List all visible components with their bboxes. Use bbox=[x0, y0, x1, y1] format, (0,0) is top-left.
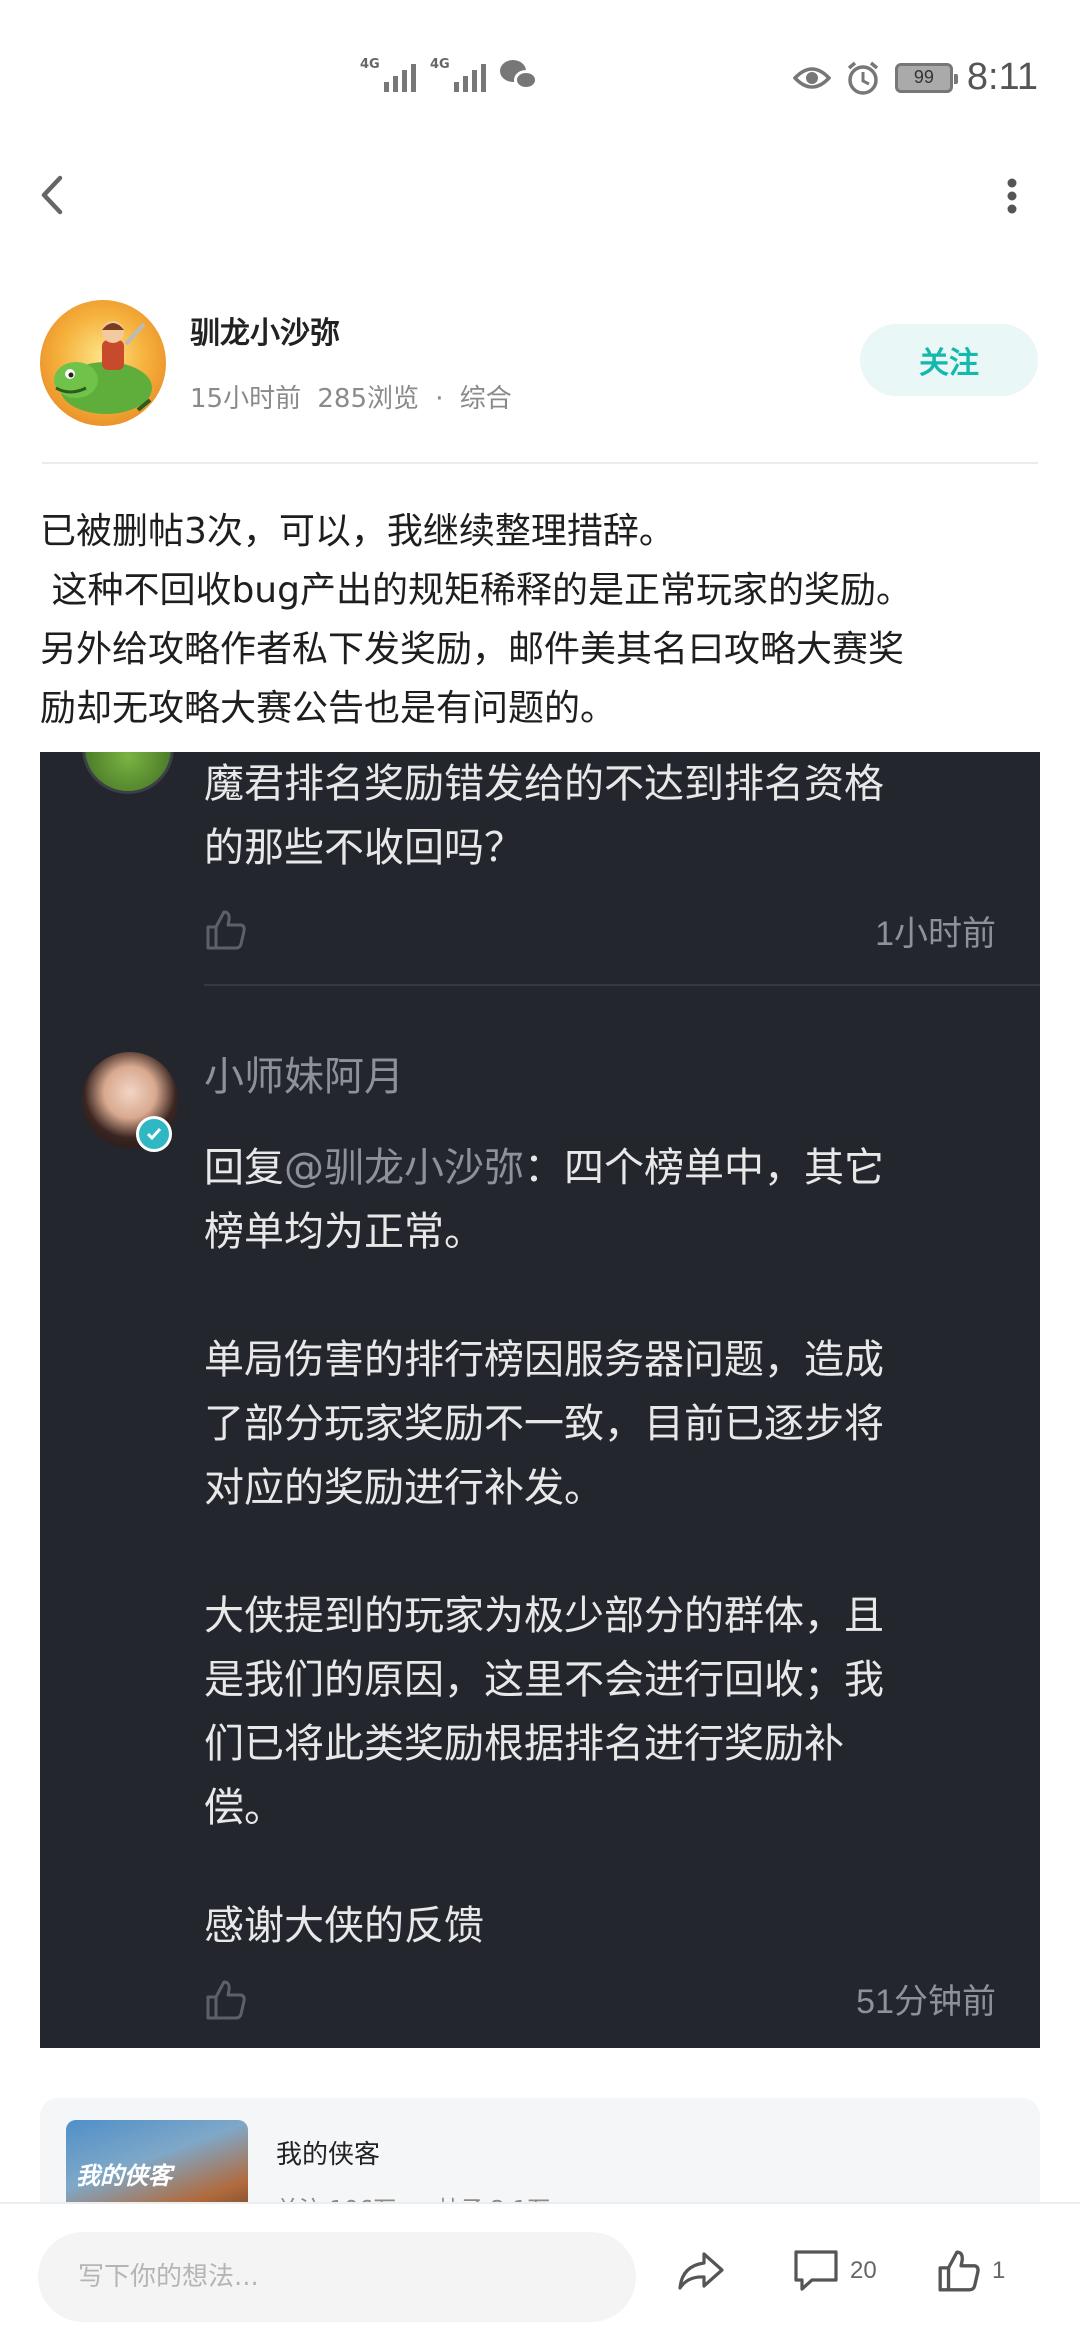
post-line: 励却无攻略大赛公告也是有问题的。 bbox=[40, 688, 617, 729]
post-line: 已被删帖3次，可以，我继续整理措辞。 bbox=[40, 511, 675, 552]
chevron-left-icon bbox=[41, 175, 63, 215]
meta-separator: · bbox=[435, 384, 444, 414]
alarm-icon bbox=[847, 61, 878, 95]
thumb-up-icon bbox=[206, 910, 246, 950]
post-meta: 15小时前 285浏览 · 综合 bbox=[190, 378, 520, 415]
like-button[interactable]: 1 bbox=[936, 2248, 1005, 2294]
reply-first-line: 回复@驯龙小沙弥：四个榜单中，其它 bbox=[204, 1136, 884, 1200]
reply-line: 偿。 bbox=[204, 1785, 284, 1831]
commenter-avatar bbox=[82, 752, 174, 794]
reply-author-name: 小师妹阿月 bbox=[204, 1054, 404, 1100]
wechat-icon bbox=[500, 58, 540, 92]
status-bar-center: 4G 4G bbox=[360, 58, 540, 92]
follow-button[interactable]: 关注 bbox=[860, 324, 1038, 396]
dragon-rider-avatar-icon bbox=[54, 321, 152, 414]
battery-icon: 99 bbox=[894, 62, 958, 93]
divider bbox=[42, 462, 1038, 464]
reply-line: 大侠提到的玩家为极少部分的群体，且 bbox=[204, 1593, 884, 1639]
post-line: 另外给攻略作者私下发奖励，邮件美其名曰攻略大赛奖 bbox=[40, 629, 905, 670]
reply-line: 们已将此类奖励根据排名进行奖励补 bbox=[204, 1721, 844, 1767]
post-line: 这种不回收bug产出的规矩稀释的是正常玩家的奖励。 bbox=[40, 570, 912, 611]
comment-count: 20 bbox=[850, 2257, 877, 2284]
author-name[interactable]: 驯龙小沙弥 bbox=[190, 308, 340, 352]
thumb-up-icon bbox=[938, 2250, 980, 2292]
more-button[interactable] bbox=[990, 160, 1034, 230]
network-type: 4G bbox=[360, 57, 380, 72]
signal-icon: 4G bbox=[360, 58, 416, 92]
comment-line: 魔君排名奖励错发给的不达到排名资格 bbox=[204, 761, 884, 807]
more-vertical-icon bbox=[1007, 178, 1017, 214]
battery-level: 99 bbox=[913, 67, 934, 87]
signal-icon: 4G bbox=[430, 58, 486, 92]
reply-text: ：四个榜单中，其它 bbox=[524, 1145, 884, 1191]
comment-icon bbox=[794, 2250, 838, 2291]
share-button[interactable] bbox=[676, 2248, 726, 2294]
view-count: 285浏览 bbox=[317, 384, 419, 414]
post-category[interactable]: 综合 bbox=[460, 384, 512, 414]
share-icon bbox=[678, 2252, 724, 2290]
comment-input[interactable] bbox=[38, 2232, 636, 2322]
status-bar: 4G 4G 99 8:11 bbox=[0, 0, 1080, 150]
reply-prefix: 回复 bbox=[204, 1145, 284, 1191]
like-count: 1 bbox=[992, 2257, 1006, 2284]
network-type: 4G bbox=[430, 57, 450, 72]
back-button[interactable] bbox=[30, 160, 80, 230]
divider bbox=[204, 984, 1040, 986]
status-bar-right: 99 8:11 bbox=[792, 56, 1038, 99]
verified-badge-icon bbox=[136, 1116, 172, 1152]
bottom-action-bar: 20 1 bbox=[0, 2202, 1080, 2340]
post-time: 15小时前 bbox=[190, 384, 302, 414]
reply-line: 榜单均为正常。 bbox=[204, 1209, 484, 1255]
thumb-up-icon bbox=[206, 1980, 246, 2020]
comment-time: 1小时前 bbox=[875, 915, 996, 953]
post-body: 已被删帖3次，可以，我继续整理措辞。 这种不回收bug产出的规矩稀释的是正常玩家… bbox=[40, 502, 1050, 738]
reply-line: 感谢大侠的反馈 bbox=[204, 1903, 484, 1949]
reply-mention: @驯龙小沙弥 bbox=[284, 1145, 524, 1191]
reply-line: 单局伤害的排行榜因服务器问题，造成 bbox=[204, 1337, 884, 1383]
game-logo: 我的侠客 bbox=[76, 2162, 172, 2190]
author-avatar[interactable] bbox=[40, 300, 166, 426]
status-time: 8:11 bbox=[966, 56, 1038, 98]
comment-button[interactable]: 20 bbox=[792, 2248, 877, 2294]
reply-time: 51分钟前 bbox=[856, 1983, 996, 2021]
comment-line: 的那些不收回吗？ bbox=[204, 825, 524, 871]
embedded-screenshot[interactable]: 魔君排名奖励错发给的不达到排名资格 的那些不收回吗？ 1小时前 小师妹阿月 回复… bbox=[40, 752, 1040, 2048]
game-title: 我的侠客 bbox=[276, 2140, 381, 2170]
reply-line: 了部分玩家奖励不一致，目前已逐步将 bbox=[204, 1401, 884, 1447]
reply-line: 是我们的原因，这里不会进行回收；我 bbox=[204, 1657, 884, 1703]
reply-line: 对应的奖励进行补发。 bbox=[204, 1465, 604, 1511]
eye-icon bbox=[792, 66, 831, 89]
